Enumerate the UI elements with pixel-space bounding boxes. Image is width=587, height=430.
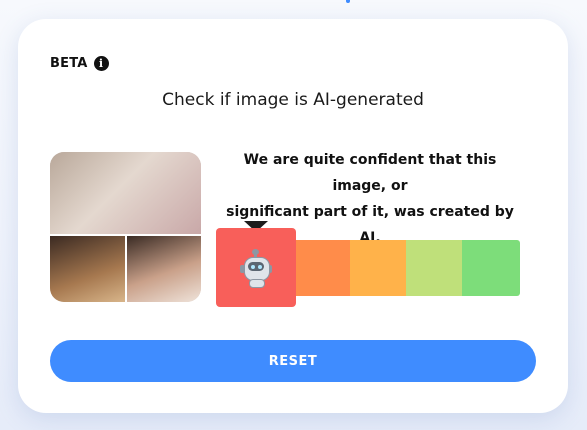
info-icon[interactable]: i	[93, 56, 109, 71]
reset-button[interactable]: RESET	[50, 340, 536, 382]
image-panel-bottom-right	[127, 236, 201, 302]
uploaded-image-thumbnail	[50, 152, 201, 302]
page-title: Check if image is AI-generated	[162, 90, 424, 110]
meter-marker	[216, 228, 296, 307]
beta-badge: BETA i	[50, 56, 109, 71]
meter-segment-3	[350, 240, 408, 296]
ai-detection-card: BETA i Check if image is AI-generated We…	[18, 19, 568, 413]
meter-segment-2	[292, 240, 352, 296]
robot-icon	[240, 248, 272, 288]
image-panel-bottom-left	[50, 236, 125, 302]
image-panel-top	[50, 152, 201, 234]
meter-segment-4	[406, 240, 464, 296]
top-accent-mark	[346, 0, 350, 3]
beta-label: BETA	[50, 56, 88, 71]
meter-segment-5	[462, 240, 520, 296]
verdict-line-1: We are quite confident that this image, …	[243, 152, 497, 194]
